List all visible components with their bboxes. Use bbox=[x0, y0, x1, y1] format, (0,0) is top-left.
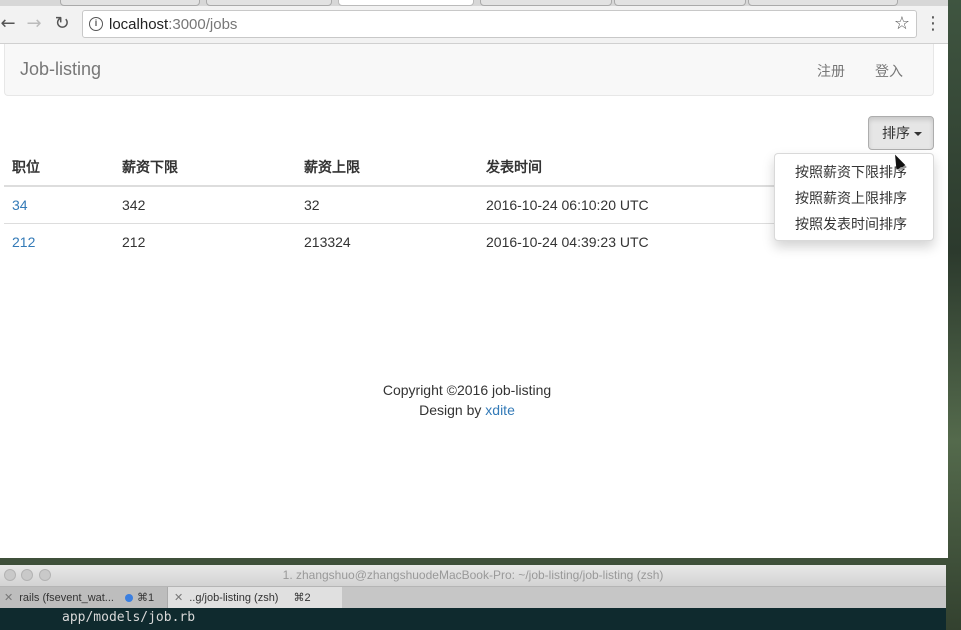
page-footer: Copyright ©2016 job-listing Design by xd… bbox=[0, 380, 934, 420]
job-title-cell: 34 bbox=[4, 185, 114, 223]
sort-button-label: 排序 bbox=[882, 125, 910, 141]
wage-upper-cell: 213324 bbox=[296, 222, 478, 260]
design-by-line: Design by xdite bbox=[0, 400, 934, 420]
wage-lower-cell: 342 bbox=[114, 185, 296, 223]
url-text[interactable]: localhost:3000/jobs bbox=[109, 16, 237, 33]
url-path: :3000/jobs bbox=[168, 16, 238, 33]
terminal-tab-2[interactable]: ✕ ..g/job-listing (zsh) ⌘2 bbox=[168, 587, 342, 608]
job-title-cell: 212 bbox=[4, 222, 114, 260]
address-bar[interactable]: i localhost:3000/jobs ☆ bbox=[82, 10, 917, 38]
caret-down-icon bbox=[914, 132, 922, 137]
terminal-tab-label: ..g/job-listing (zsh) bbox=[189, 592, 279, 604]
web-page: Job-listing 注册 登入 排序 职位 薪资下限 薪资上限 发表时间 3… bbox=[0, 44, 948, 558]
info-icon[interactable]: i bbox=[89, 17, 103, 31]
design-by-text: Design by bbox=[419, 402, 486, 418]
sort-dropdown-menu: 按照薪资下限排序 按照薪资上限排序 按照发表时间排序 bbox=[774, 153, 934, 241]
reload-icon[interactable]: ↻ bbox=[50, 12, 74, 36]
terminal-title: 1. zhangshuo@zhangshuodeMacBook-Pro: ~/j… bbox=[282, 568, 664, 582]
sort-dropdown-button[interactable]: 排序 bbox=[868, 116, 934, 150]
browser-menu-icon[interactable]: ⋮ bbox=[924, 12, 942, 36]
login-link[interactable]: 登入 bbox=[875, 61, 903, 81]
close-tab-icon[interactable]: ✕ bbox=[4, 591, 13, 604]
zoom-window-icon[interactable] bbox=[39, 569, 51, 581]
sort-by-wage-upper-item[interactable]: 按照薪资上限排序 bbox=[775, 185, 933, 211]
terminal-tab-shortcut: ⌘1 bbox=[137, 592, 155, 604]
sort-by-wage-lower-item[interactable]: 按照薪资下限排序 bbox=[775, 159, 933, 185]
register-link[interactable]: 注册 bbox=[817, 61, 845, 81]
minimize-window-icon[interactable] bbox=[21, 569, 33, 581]
back-icon[interactable]: ← bbox=[0, 12, 20, 36]
browser-toolbar: ← → ↻ i localhost:3000/jobs ☆ ⋮ bbox=[0, 6, 948, 44]
column-header-title: 职位 bbox=[4, 148, 114, 187]
sort-by-created-at-item[interactable]: 按照发表时间排序 bbox=[775, 211, 933, 237]
job-title-link[interactable]: 34 bbox=[12, 197, 28, 213]
designer-link[interactable]: xdite bbox=[485, 402, 515, 418]
close-window-icon[interactable] bbox=[4, 569, 16, 581]
terminal-output[interactable]: app/models/job.rb bbox=[0, 608, 946, 630]
forward-icon[interactable]: → bbox=[22, 12, 46, 36]
terminal-tab-label: rails (fsevent_wat... bbox=[19, 592, 114, 604]
navbar: Job-listing 注册 登入 bbox=[4, 44, 934, 96]
terminal-tab-bar: ✕ rails (fsevent_wat... ⌘1 ✕ ..g/job-listi… bbox=[0, 587, 946, 608]
terminal-tab-1[interactable]: ✕ rails (fsevent_wat... ⌘1 bbox=[0, 587, 168, 608]
close-tab-icon[interactable]: ✕ bbox=[174, 591, 183, 604]
terminal-line: app/models/job.rb bbox=[62, 610, 196, 625]
wage-upper-cell: 32 bbox=[296, 185, 478, 223]
terminal-titlebar: 1. zhangshuo@zhangshuodeMacBook-Pro: ~/j… bbox=[0, 565, 946, 587]
column-header-wage-upper: 薪资上限 bbox=[296, 148, 478, 187]
activity-dot-icon bbox=[125, 594, 134, 603]
bookmark-star-icon[interactable]: ☆ bbox=[894, 13, 910, 34]
browser-window: ← → ↻ i localhost:3000/jobs ☆ ⋮ Job-list… bbox=[0, 0, 948, 558]
url-host: localhost bbox=[109, 16, 169, 33]
brand-link[interactable]: Job-listing bbox=[20, 59, 101, 80]
copyright-text: Copyright ©2016 job-listing bbox=[382, 382, 552, 398]
terminal-tab-shortcut: ⌘2 bbox=[293, 592, 311, 604]
wage-lower-cell: 212 bbox=[114, 222, 296, 260]
column-header-wage-lower: 薪资下限 bbox=[114, 148, 296, 187]
job-title-link[interactable]: 212 bbox=[12, 234, 35, 250]
